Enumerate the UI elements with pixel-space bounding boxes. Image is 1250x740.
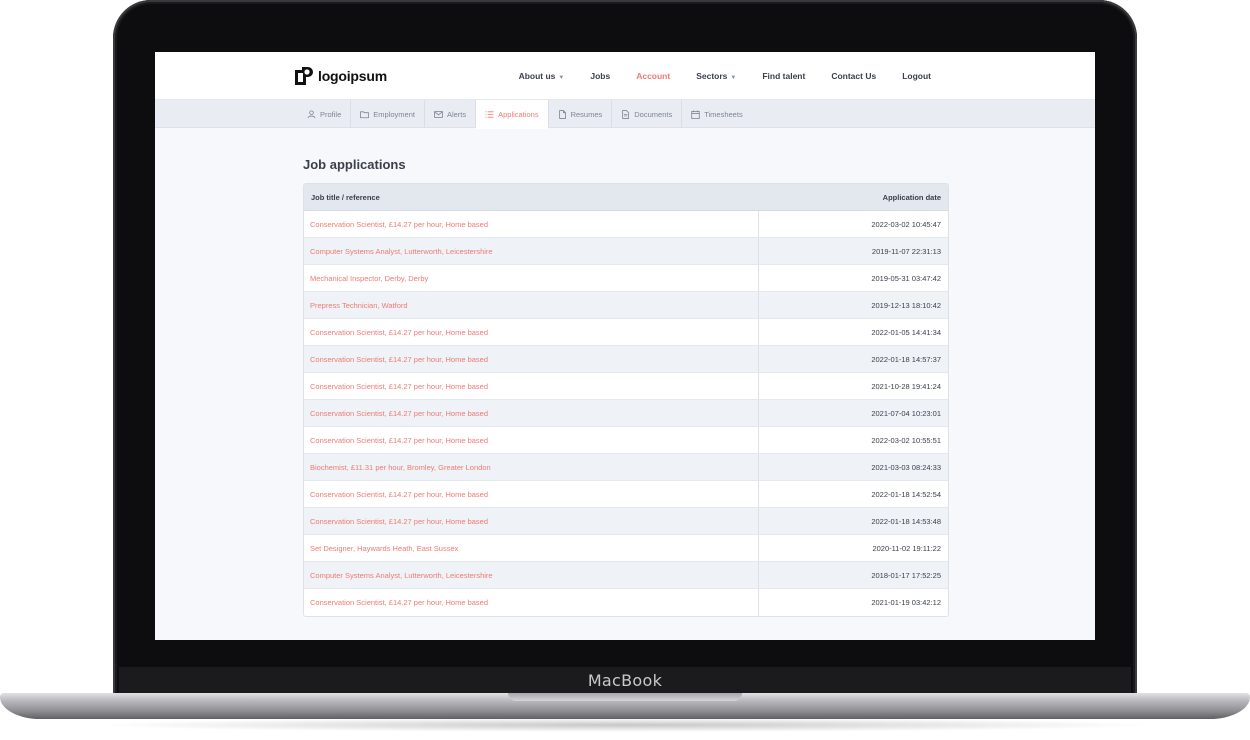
job-title-link[interactable]: Conservation Scientist, £14.27 per hour,… bbox=[304, 427, 759, 453]
folder-icon bbox=[360, 110, 370, 118]
table-row: Conservation Scientist, £14.27 per hour,… bbox=[304, 373, 948, 400]
tab-resumes[interactable]: Resumes bbox=[549, 100, 613, 128]
table-row: Conservation Scientist, £14.27 per hour,… bbox=[304, 481, 948, 508]
application-date: 2022-01-18 14:52:54 bbox=[871, 489, 941, 499]
nav-item-label: About us bbox=[518, 71, 556, 81]
column-header-application-date[interactable]: Application date bbox=[883, 193, 941, 202]
application-date: 2021-03-03 08:24:33 bbox=[871, 462, 941, 472]
file-icon bbox=[558, 109, 566, 119]
application-date: 2020-11-02 19:11:22 bbox=[872, 543, 941, 553]
tab-label: Documents bbox=[634, 109, 673, 119]
nav-item-label: Contact Us bbox=[831, 71, 877, 81]
table-body: Conservation Scientist, £14.27 per hour,… bbox=[304, 211, 948, 616]
nav-item-label: Logout bbox=[902, 71, 931, 81]
table-row: Biochemist, £11.31 per hour, Bromley, Gr… bbox=[304, 454, 948, 481]
application-date: 2021-10-28 19:41:24 bbox=[871, 381, 941, 391]
tab-profile[interactable]: Profile bbox=[298, 100, 352, 128]
tab-documents[interactable]: Documents bbox=[612, 100, 683, 128]
application-date: 2022-01-18 14:57:37 bbox=[871, 354, 941, 364]
tab-label: Resumes bbox=[570, 109, 603, 119]
nav-item-logout[interactable]: Logout bbox=[902, 71, 931, 81]
table-row: Conservation Scientist, £14.27 per hour,… bbox=[304, 211, 948, 238]
page-title: Job applications bbox=[303, 157, 406, 172]
application-date: 2022-01-18 14:53:48 bbox=[871, 516, 941, 526]
nav-item-sectors[interactable]: Sectors ▼ bbox=[696, 71, 736, 81]
main-menu: About us ▼ Jobs Account Sectors ▼ Find talent C… bbox=[493, 52, 931, 100]
table-row: Conservation Scientist, £14.27 per hour,… bbox=[304, 319, 948, 346]
tab-timesheets[interactable]: Timesheets bbox=[682, 100, 752, 128]
table-row: Computer Systems Analyst, Lutterworth, L… bbox=[304, 238, 948, 265]
table-header: Job title / reference Application date bbox=[304, 184, 948, 211]
table-row: Mechanical Inspector, Derby, Derby 2019-0… bbox=[304, 265, 948, 292]
job-title-link[interactable]: Computer Systems Analyst, Lutterworth, L… bbox=[304, 562, 759, 588]
application-date: 2022-03-02 10:45:47 bbox=[871, 219, 941, 229]
device-brand-label: MacBook bbox=[587, 671, 663, 690]
application-date: 2021-07-04 10:23:01 bbox=[871, 408, 941, 418]
application-date: 2019-12-13 18:10:42 bbox=[871, 300, 941, 310]
logo-text: logoipsum bbox=[318, 68, 387, 84]
application-date: 2022-03-02 10:55:51 bbox=[871, 435, 941, 445]
table-row: Conservation Scientist, £14.27 per hour,… bbox=[304, 589, 948, 616]
table-row: Computer Systems Analyst, Lutterworth, L… bbox=[304, 562, 948, 589]
table-row: Conservation Scientist, £14.27 per hour,… bbox=[304, 427, 948, 454]
nav-item-about-us[interactable]: About us ▼ bbox=[519, 71, 565, 81]
calendar-icon bbox=[691, 109, 700, 119]
application-date: 2022-01-05 14:41:34 bbox=[871, 327, 941, 337]
job-title-link[interactable]: Conservation Scientist, £14.27 per hour,… bbox=[304, 373, 759, 399]
tab-label: Alerts bbox=[446, 109, 467, 119]
tab-label: Profile bbox=[320, 109, 342, 119]
job-title-link[interactable]: Conservation Scientist, £14.27 per hour,… bbox=[304, 589, 759, 616]
table-row: Set Designer, Haywards Heath, East Susse… bbox=[304, 535, 948, 562]
top-navigation: logoipsum About us ▼ Jobs Account Sectors ▼ Fi… bbox=[155, 52, 1095, 100]
tab-employment[interactable]: Employment bbox=[351, 100, 425, 128]
document-icon bbox=[622, 109, 630, 119]
application-date: 2018-01-17 17:52:25 bbox=[871, 570, 941, 580]
nav-item-find-talent[interactable]: Find talent bbox=[762, 71, 805, 81]
nav-item-label: Find talent bbox=[762, 71, 806, 81]
list-icon bbox=[485, 110, 494, 118]
job-title-link[interactable]: Prepress Technician, Watford bbox=[304, 292, 759, 318]
caret-down-icon: ▼ bbox=[730, 75, 737, 81]
table-row: Conservation Scientist, £14.27 per hour,… bbox=[304, 400, 948, 427]
nav-item-label: Sectors bbox=[696, 71, 728, 81]
column-header-job-title[interactable]: Job title / reference bbox=[311, 193, 380, 202]
tab-label: Employment bbox=[373, 109, 415, 119]
job-title-link[interactable]: Conservation Scientist, £14.27 per hour,… bbox=[304, 400, 759, 426]
table-row: Prepress Technician, Watford 2019-12-13 1… bbox=[304, 292, 948, 319]
application-date: 2019-05-31 03:47:42 bbox=[871, 273, 941, 283]
table-row: Conservation Scientist, £14.27 per hour,… bbox=[304, 508, 948, 535]
nav-item-label: Account bbox=[636, 71, 671, 81]
job-title-link[interactable]: Computer Systems Analyst, Lutterworth, L… bbox=[304, 238, 759, 264]
job-title-link[interactable]: Conservation Scientist, £14.27 per hour,… bbox=[304, 319, 759, 345]
job-title-link[interactable]: Set Designer, Haywards Heath, East Susse… bbox=[304, 535, 759, 561]
site-logo[interactable]: logoipsum bbox=[294, 66, 387, 86]
tab-alerts[interactable]: Alerts bbox=[425, 100, 477, 128]
nav-item-account[interactable]: Account bbox=[636, 71, 670, 81]
laptop-notch bbox=[508, 693, 742, 701]
job-title-link[interactable]: Conservation Scientist, £14.27 per hour,… bbox=[304, 508, 759, 534]
tab-applications[interactable]: Applications bbox=[476, 100, 549, 129]
screen: logoipsum About us ▼ Jobs Account Sectors ▼ Fi… bbox=[155, 52, 1095, 640]
nav-item-jobs[interactable]: Jobs bbox=[590, 71, 610, 81]
account-tabs: Profile Employment Alerts Applications Resum… bbox=[155, 100, 1095, 129]
job-title-link[interactable]: Mechanical Inspector, Derby, Derby bbox=[304, 265, 759, 291]
applications-table: Job title / reference Application date C… bbox=[303, 183, 949, 617]
logo-icon bbox=[295, 67, 313, 85]
envelope-icon bbox=[434, 110, 443, 118]
tab-label: Timesheets bbox=[704, 109, 743, 119]
tab-label: Applications bbox=[498, 109, 539, 119]
nav-item-label: Jobs bbox=[590, 71, 611, 81]
job-title-link[interactable]: Conservation Scientist, £14.27 per hour,… bbox=[304, 346, 759, 372]
job-title-link[interactable]: Conservation Scientist, £14.27 per hour,… bbox=[304, 481, 759, 507]
application-date: 2021-01-19 03:42:12 bbox=[871, 598, 941, 607]
job-title-link[interactable]: Biochemist, £11.31 per hour, Bromley, Gr… bbox=[304, 454, 759, 480]
user-icon bbox=[307, 109, 316, 118]
table-row: Conservation Scientist, £14.27 per hour,… bbox=[304, 346, 948, 373]
application-date: 2019-11-07 22:31:13 bbox=[871, 246, 941, 256]
job-title-link[interactable]: Conservation Scientist, £14.27 per hour,… bbox=[304, 211, 759, 237]
nav-item-contact-us[interactable]: Contact Us bbox=[831, 71, 876, 81]
laptop-shadow bbox=[90, 718, 1160, 732]
caret-down-icon: ▼ bbox=[558, 75, 565, 81]
